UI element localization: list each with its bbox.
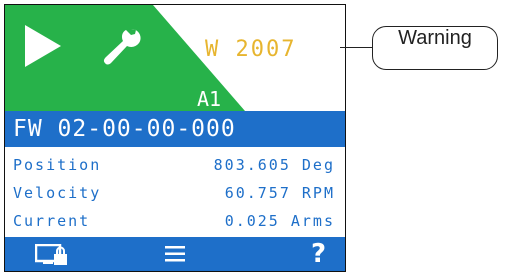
drive-display: W 2007 A1 FW 02-00-00-000 Position 803.6… <box>4 4 346 272</box>
warning-code: W 2007 <box>205 37 297 62</box>
bottom-toolbar: ? <box>5 237 345 271</box>
wrench-icon[interactable] <box>101 25 145 69</box>
readout-value: 60.757 RPM <box>224 184 335 202</box>
readout-label: Velocity <box>13 184 102 202</box>
monitor-lock-icon[interactable] <box>35 244 69 266</box>
axis-label: A1 <box>197 87 222 111</box>
readout-row-current: Current 0.025 Arms <box>5 207 345 235</box>
help-icon[interactable]: ? <box>311 239 331 269</box>
callout-connector <box>340 47 376 48</box>
play-icon[interactable] <box>25 25 61 67</box>
readout-label: Position <box>13 156 102 174</box>
readout-label: Current <box>13 212 91 230</box>
status-header: W 2007 A1 <box>5 5 345 111</box>
menu-icon[interactable] <box>165 246 185 262</box>
readout-row-position: Position 803.605 Deg <box>5 151 345 179</box>
warning-callout: Warning <box>372 26 498 70</box>
readout-value: 803.605 Deg <box>213 156 335 174</box>
firmware-version: FW 02-00-00-000 <box>5 111 345 147</box>
readout-value: 0.025 Arms <box>224 212 335 230</box>
readout-row-velocity: Velocity 60.757 RPM <box>5 179 345 207</box>
